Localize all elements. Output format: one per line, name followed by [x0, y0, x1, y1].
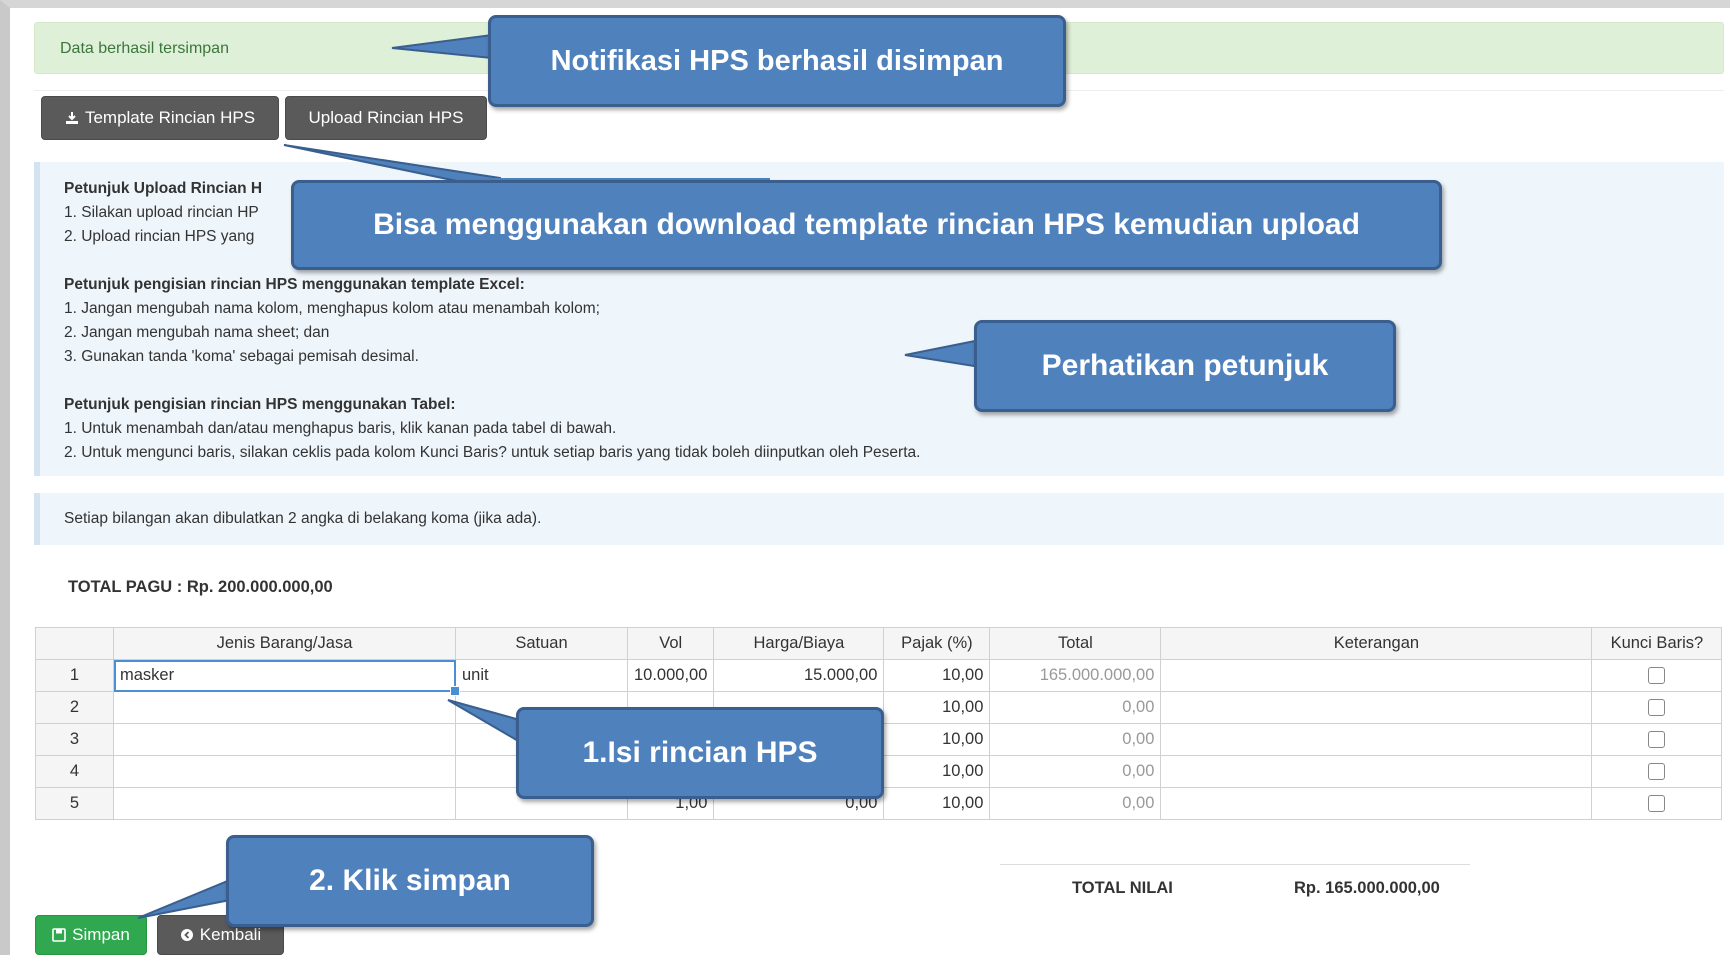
- callout-arrows: [137, 33, 981, 919]
- notif-callout-arrow: [391, 33, 493, 60]
- simpan-callout: 2. Klik simpan: [226, 835, 594, 927]
- template-callout-text: Bisa menggunakan download template rinci…: [373, 208, 1360, 241]
- template-callout: Bisa menggunakan download template rinci…: [291, 180, 1442, 270]
- notif-callout-text: Notifikasi HPS berhasil disimpan: [550, 44, 1004, 77]
- isi-callout-text: 1.Isi rincian HPS: [582, 736, 818, 769]
- petunjuk-callout-arrow: [904, 338, 981, 369]
- petunjuk-callout-text: Perhatikan petunjuk: [1041, 349, 1329, 382]
- notif-callout: Notifikasi HPS berhasil disimpan: [488, 15, 1066, 107]
- isi-callout: 1.Isi rincian HPS: [516, 707, 884, 799]
- isi-callout-arrow: [447, 699, 521, 744]
- simpan-callout-text: 2. Klik simpan: [309, 864, 511, 897]
- petunjuk-callout: Perhatikan petunjuk: [974, 320, 1396, 412]
- simpan-callout-arrow: [137, 878, 231, 919]
